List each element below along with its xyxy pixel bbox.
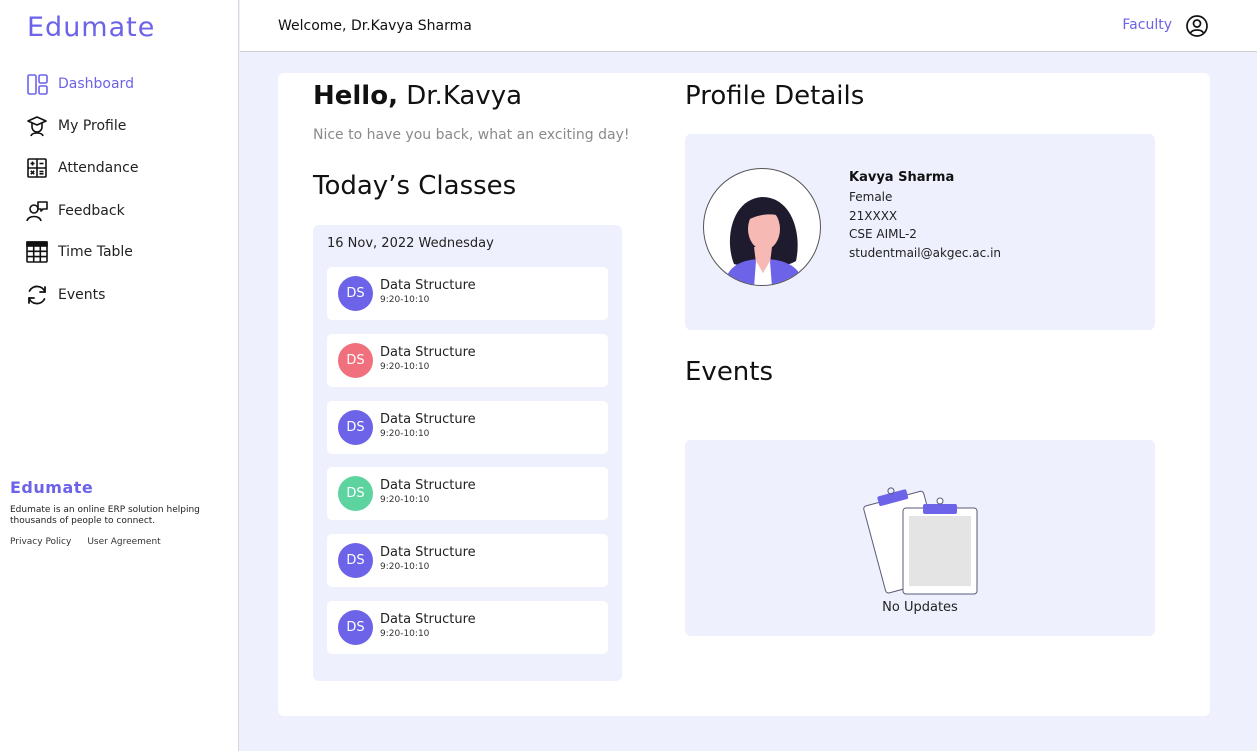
- woman-avatar-illustration: [724, 197, 804, 285]
- profile-name: Kavya Sharma: [849, 170, 955, 185]
- class-name: Data Structure: [380, 278, 476, 293]
- user-circle-icon[interactable]: [1185, 14, 1209, 38]
- dashboard-main: Hello, Dr.Kavya Nice to have you back, w…: [278, 73, 1210, 716]
- sidebar-item-label: Events: [58, 287, 106, 303]
- class-avatar: DS: [338, 610, 373, 645]
- class-name: Data Structure: [380, 478, 476, 493]
- class-time: 9:20-10:10: [380, 295, 430, 305]
- events-title: Events: [685, 357, 774, 387]
- greeting-subtitle: Nice to have you back, what an exciting …: [313, 127, 630, 143]
- class-card[interactable]: DS Data Structure 9:20-10:10: [327, 334, 608, 387]
- dashboard-icon: [26, 73, 48, 95]
- todays-classes-title: Today’s Classes: [313, 171, 517, 201]
- class-time: 9:20-10:10: [380, 495, 430, 505]
- profile-details-title: Profile Details: [685, 81, 865, 111]
- sidebar-item-feedback[interactable]: Feedback: [26, 197, 125, 225]
- class-card[interactable]: DS Data Structure 9:20-10:10: [327, 267, 608, 320]
- role-label[interactable]: Faculty: [1122, 17, 1172, 33]
- class-time: 9:20-10:10: [380, 629, 430, 639]
- class-avatar: DS: [338, 476, 373, 511]
- footer-brand: Edumate: [10, 478, 94, 497]
- sidebar-item-label: Time Table: [58, 244, 133, 260]
- class-name: Data Structure: [380, 345, 476, 360]
- class-card[interactable]: DS Data Structure 9:20-10:10: [327, 401, 608, 454]
- class-card[interactable]: DS Data Structure 9:20-10:10: [327, 601, 608, 654]
- graduate-icon: [26, 115, 48, 137]
- profile-avatar: [703, 168, 821, 286]
- sidebar-item-label: Dashboard: [58, 76, 134, 92]
- clipboard-icon: [861, 480, 981, 598]
- greeting-hello: Hello,: [313, 81, 398, 111]
- class-card[interactable]: DS Data Structure 9:20-10:10: [327, 467, 608, 520]
- class-time: 9:20-10:10: [380, 562, 430, 572]
- refresh-icon: [26, 284, 48, 306]
- greeting-name: Dr.Kavya: [406, 81, 523, 111]
- user-agreement-link[interactable]: User Agreement: [87, 537, 160, 547]
- calculator-icon: [26, 157, 48, 179]
- no-updates-text: No Updates: [882, 600, 958, 615]
- feedback-icon: [26, 200, 48, 222]
- class-name: Data Structure: [380, 412, 476, 427]
- class-name: Data Structure: [380, 612, 476, 627]
- sidebar: Edumate Dashboard My Profile Attendance …: [0, 0, 239, 751]
- class-name: Data Structure: [380, 545, 476, 560]
- profile-section: CSE AIML-2: [849, 227, 917, 241]
- class-card[interactable]: DS Data Structure 9:20-10:10: [327, 534, 608, 587]
- sidebar-item-label: Feedback: [58, 203, 125, 219]
- sidebar-item-label: Attendance: [58, 160, 139, 176]
- brand-logo[interactable]: Edumate: [27, 12, 155, 43]
- class-avatar: DS: [338, 543, 373, 578]
- sidebar-item-my-profile[interactable]: My Profile: [26, 112, 126, 140]
- profile-id: 21XXXX: [849, 209, 898, 223]
- profile-panel: Kavya Sharma Female 21XXXX CSE AIML-2 st…: [685, 134, 1155, 330]
- class-avatar: DS: [338, 276, 373, 311]
- sidebar-item-time-table[interactable]: Time Table: [26, 238, 133, 266]
- greeting-heading: Hello, Dr.Kavya: [313, 81, 522, 111]
- privacy-policy-link[interactable]: Privacy Policy: [10, 537, 71, 547]
- profile-gender: Female: [849, 190, 893, 204]
- profile-email: studentmail@akgec.ac.in: [849, 246, 1002, 260]
- table-icon: [26, 241, 48, 263]
- class-time: 9:20-10:10: [380, 362, 430, 372]
- class-avatar: DS: [338, 343, 373, 378]
- classes-panel: 16 Nov, 2022 Wednesday DS Data Structure…: [313, 225, 622, 681]
- sidebar-item-dashboard[interactable]: Dashboard: [26, 70, 134, 98]
- events-panel: No Updates: [685, 440, 1155, 636]
- class-avatar: DS: [338, 410, 373, 445]
- welcome-text: Welcome, Dr.Kavya Sharma: [278, 18, 472, 34]
- top-header: Welcome, Dr.Kavya Sharma Faculty: [240, 0, 1257, 52]
- sidebar-item-events[interactable]: Events: [26, 281, 105, 309]
- class-time: 9:20-10:10: [380, 429, 430, 439]
- footer-description: Edumate is an online ERP solution helpin…: [10, 505, 200, 526]
- sidebar-item-label: My Profile: [58, 118, 127, 134]
- classes-date: 16 Nov, 2022 Wednesday: [327, 236, 494, 251]
- footer-links: Privacy Policy User Agreement: [10, 537, 161, 547]
- sidebar-item-attendance[interactable]: Attendance: [26, 154, 138, 182]
